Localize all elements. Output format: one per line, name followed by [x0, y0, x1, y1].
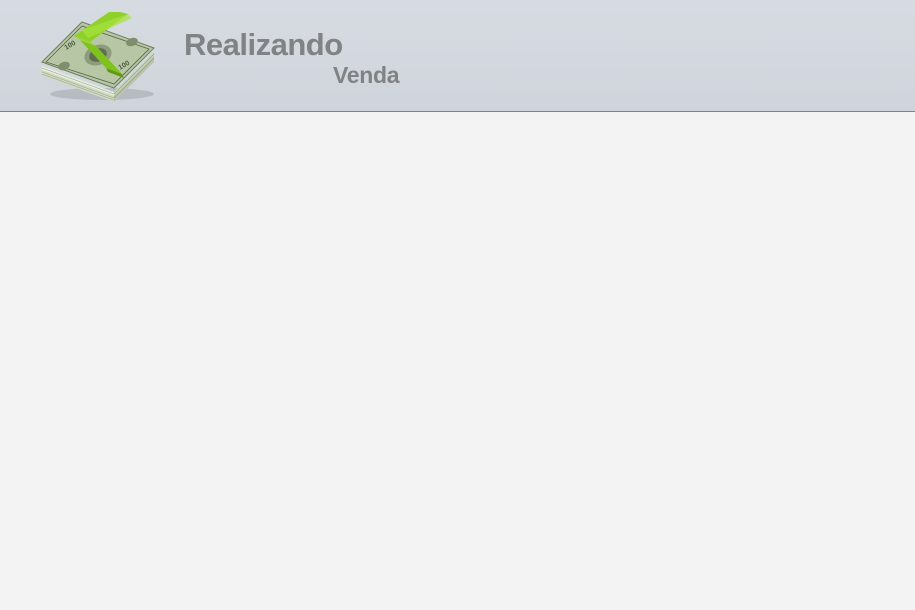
page-title: Realizando	[184, 27, 343, 62]
content-area	[0, 112, 915, 610]
header-bar: 100 100 Realizando Venda	[0, 0, 915, 112]
money-stack-icon: 100 100	[41, 12, 155, 102]
page-subtitle: Venda	[333, 62, 400, 88]
app-window: 100 100 Realizando Venda	[0, 0, 915, 610]
